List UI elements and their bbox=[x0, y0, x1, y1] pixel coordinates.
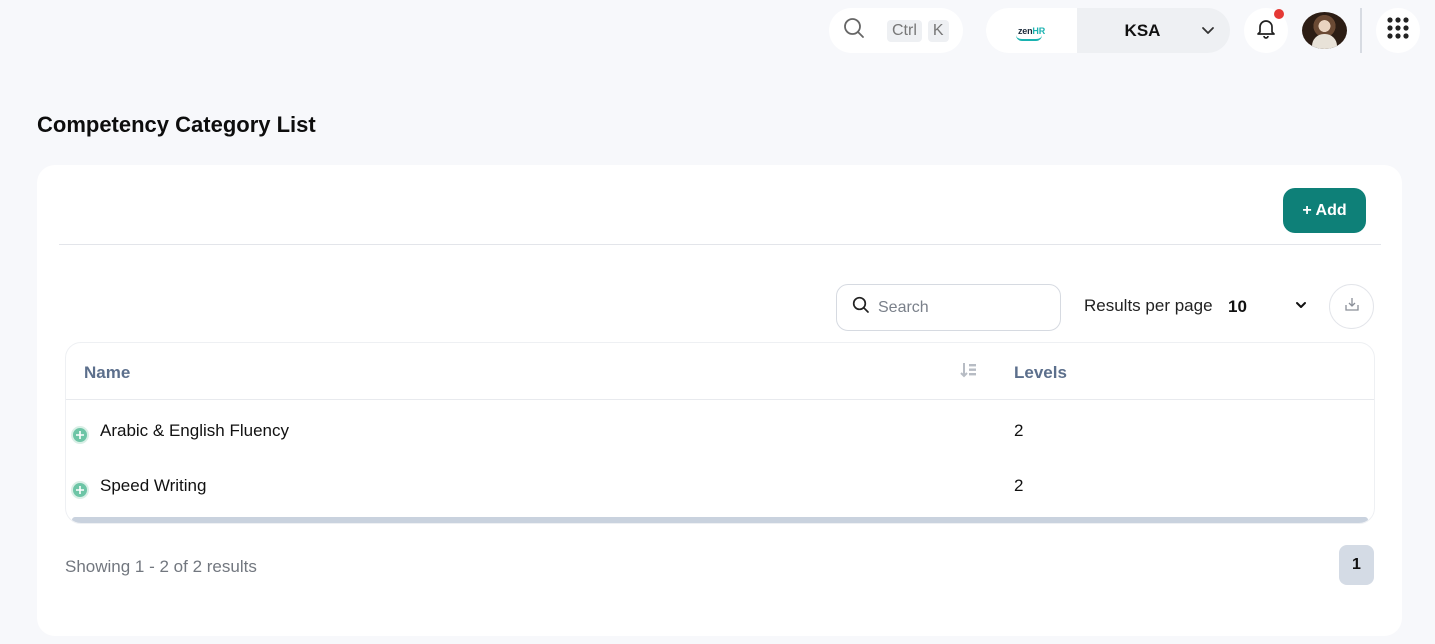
chevron-down-icon bbox=[1294, 298, 1308, 317]
expand-row-icon[interactable] bbox=[71, 426, 89, 444]
page-button-1[interactable]: 1 bbox=[1339, 545, 1374, 585]
table-row: Arabic & English Fluency 2 bbox=[66, 400, 1374, 455]
user-avatar[interactable] bbox=[1302, 12, 1347, 49]
cell-name: Arabic & English Fluency bbox=[100, 421, 289, 440]
company-logo: zenHR bbox=[986, 8, 1077, 53]
shortcut-key-ctrl: Ctrl bbox=[887, 19, 922, 42]
card-divider bbox=[59, 244, 1381, 245]
horizontal-scrollbar[interactable] bbox=[72, 517, 1368, 523]
column-header-name[interactable]: Name bbox=[84, 363, 130, 383]
chevron-down-icon bbox=[1200, 22, 1216, 43]
notifications-button[interactable] bbox=[1244, 8, 1288, 53]
table-header: Name Levels bbox=[66, 343, 1374, 400]
cell-name: Speed Writing bbox=[100, 476, 207, 495]
topbar-divider bbox=[1360, 8, 1362, 53]
data-table: Name Levels Arabic & English Fluency 2 S… bbox=[65, 342, 1375, 524]
search-icon bbox=[843, 17, 865, 44]
content-card: + Add Results per page 10 Name bbox=[37, 165, 1402, 636]
results-summary: Showing 1 - 2 of 2 results bbox=[65, 557, 257, 576]
results-per-page-label: Results per page bbox=[1084, 296, 1213, 315]
add-button[interactable]: + Add bbox=[1283, 188, 1366, 233]
company-switcher[interactable]: zenHR KSA bbox=[986, 8, 1230, 53]
global-search-button[interactable]: Ctrl K bbox=[829, 8, 963, 53]
grid-icon bbox=[1386, 16, 1410, 45]
table-search bbox=[836, 284, 1061, 331]
export-button[interactable] bbox=[1329, 284, 1374, 329]
zenhr-logo: zenHR bbox=[1015, 26, 1045, 41]
top-bar: Ctrl K zenHR KSA bbox=[0, 0, 1435, 62]
notification-badge bbox=[1274, 9, 1284, 19]
download-icon bbox=[1344, 296, 1360, 317]
cell-levels: 2 bbox=[1014, 476, 1024, 495]
results-per-page-value: 10 bbox=[1228, 297, 1247, 316]
bell-icon bbox=[1255, 17, 1277, 44]
cell-levels: 2 bbox=[1014, 421, 1024, 440]
shortcut-key-k: K bbox=[927, 19, 949, 42]
search-input[interactable] bbox=[878, 298, 1048, 317]
sort-icon[interactable] bbox=[960, 361, 978, 384]
expand-row-icon[interactable] bbox=[71, 481, 89, 499]
table-row: Speed Writing 2 bbox=[66, 455, 1374, 510]
apps-menu-button[interactable] bbox=[1376, 8, 1420, 53]
results-per-page-select[interactable]: 10 bbox=[1228, 294, 1308, 320]
search-icon bbox=[852, 296, 870, 319]
page-title: Competency Category List bbox=[37, 112, 316, 137]
column-header-levels: Levels bbox=[1014, 363, 1067, 382]
